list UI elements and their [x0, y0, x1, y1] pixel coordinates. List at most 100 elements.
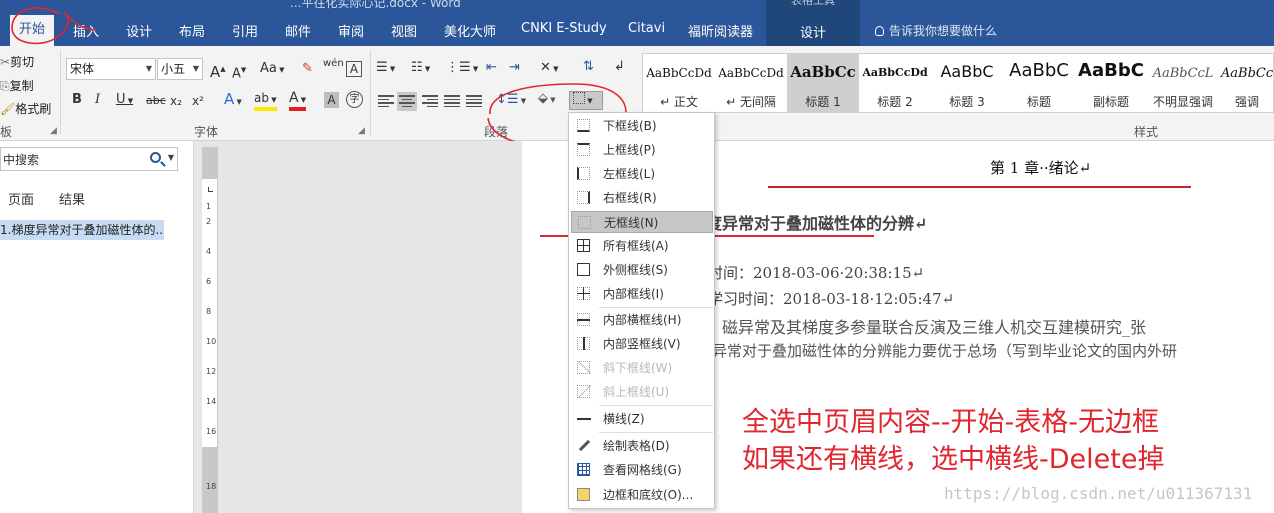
style-subtle-emphasis[interactable]: AaBbCcL 不明显强调 — [1147, 54, 1219, 112]
tab-table-design[interactable]: 表格工具 设计 — [766, 0, 860, 46]
menu-item-view-gridlines[interactable]: 查看网格线(G) — [571, 459, 713, 481]
justify-icon[interactable] — [444, 95, 460, 109]
outside-borders-icon — [577, 263, 590, 276]
menu-item-inside-borders[interactable]: 内部框线(I) — [571, 283, 713, 305]
style-heading-1[interactable]: AaBbCc 标题 1 — [787, 54, 859, 112]
ruler-number: 14 — [206, 397, 217, 406]
ruler-number: 4 — [206, 247, 212, 256]
tab-layout[interactable]: 布局 — [179, 21, 205, 40]
menu-item-horizontal-line[interactable]: 横线(Z) — [571, 408, 713, 430]
document-body-line-2[interactable]: 异常对于叠加磁性体的分辨能力要优于总场（写到毕业论文的国内外研 — [712, 340, 1177, 361]
menu-item-left-border[interactable]: 左框线(L) — [571, 163, 713, 185]
ruler-margin — [202, 447, 218, 513]
superscript-button[interactable]: x² — [192, 93, 204, 109]
shrink-font-button[interactable]: A▼ — [232, 62, 246, 82]
tab-citavi[interactable]: Citavi — [628, 21, 665, 36]
menu-item-bottom-border[interactable]: 下框线(B) — [571, 115, 713, 137]
decrease-indent-icon[interactable]: ⇤ — [486, 60, 497, 76]
menu-item-draw-table[interactable]: 绘制表格(D) — [571, 435, 713, 457]
nav-tab-pages[interactable]: 页面 — [8, 189, 34, 208]
show-marks-icon[interactable]: ↲ — [614, 59, 625, 75]
grow-font-button[interactable]: A▲ — [210, 61, 226, 80]
nav-search-input[interactable]: 中搜索 ▼ — [0, 147, 178, 171]
menu-item-inside-horizontal[interactable]: 内部横框线(H) — [571, 309, 713, 331]
chinese-layout-icon[interactable]: ✕ ▼ — [540, 60, 559, 77]
tab-beautify-master[interactable]: 美化大师 — [444, 21, 496, 40]
style-heading-3[interactable]: AaBbC 标题 3 — [931, 54, 1003, 112]
cut-button[interactable]: ✂剪切 — [0, 53, 34, 70]
phonetic-guide-button[interactable]: wén — [323, 56, 344, 72]
style-emphasis[interactable]: AaBbCc 强调 — [1219, 54, 1274, 112]
tab-foxit-reader[interactable]: 福昕阅读器 — [688, 21, 753, 40]
text-effects-button[interactable]: A ▼ — [224, 91, 242, 110]
tab-references[interactable]: 引用 — [232, 21, 258, 40]
font-launcher-icon[interactable]: ◢ — [358, 126, 365, 136]
search-icon[interactable] — [150, 152, 161, 163]
font-group-label: 字体 — [194, 125, 219, 139]
copy-button[interactable]: ⎘复制 — [0, 77, 34, 94]
tab-view[interactable]: 视图 — [391, 21, 417, 40]
tab-mailings[interactable]: 邮件 — [285, 21, 311, 40]
underline-button[interactable]: U ▼ — [116, 92, 133, 109]
align-center-icon[interactable] — [397, 92, 417, 111]
navigation-pane: 中搜索 ▼ 页面 结果 1.梯度异常对于叠加磁性体的... — [0, 141, 194, 513]
ruler-number: 16 — [206, 427, 217, 436]
numbering-icon[interactable]: ☷ ▼ — [411, 60, 430, 77]
format-painter-button[interactable]: 🖌格式刷 — [0, 100, 51, 117]
tell-me-box[interactable]: 告诉我你想要做什么 — [875, 22, 997, 39]
enclose-char-button[interactable]: 字 — [346, 91, 363, 108]
document-meta-studied[interactable]: 学习时间：2018-03-18·12:05:47↵ — [708, 288, 954, 309]
ruler-number: 10 — [206, 337, 217, 346]
menu-item-outside-borders[interactable]: 外侧框线(S) — [571, 259, 713, 281]
inside-borders-icon — [577, 287, 590, 300]
nav-heading-item[interactable]: 1.梯度异常对于叠加磁性体的... — [0, 220, 164, 240]
menu-item-no-border[interactable]: 无框线(N) — [571, 211, 713, 233]
document-body-line-1[interactable]: 磁异常及其梯度多参量联合反演及三维人机交互建模研究_张 — [722, 314, 1146, 338]
header-underline — [768, 186, 1191, 188]
bold-button[interactable]: B — [72, 92, 82, 108]
multilevel-list-icon[interactable]: ⋮☰ ▼ — [446, 60, 478, 77]
font-size-select[interactable]: 小五 ▼ — [157, 58, 203, 80]
document-meta-created[interactable]: 时间：2018-03-06·20:38:15↵ — [708, 262, 924, 283]
style-no-spacing[interactable]: AaBbCcDd ↵ 无间隔 — [715, 54, 787, 112]
tab-review[interactable]: 审阅 — [338, 21, 364, 40]
all-borders-icon — [577, 239, 590, 252]
highlight-button[interactable]: ab ▼ — [254, 91, 277, 111]
vertical-ruler: 1 2 4 6 8 10 12 14 16 18 — [202, 147, 218, 513]
menu-item-right-border[interactable]: 右框线(R) — [571, 187, 713, 209]
menu-item-all-borders[interactable]: 所有框线(A) — [571, 235, 713, 257]
annotation-line-2: 如果还有横线，选中横线-Delete掉 — [742, 444, 1165, 475]
menu-item-diagonal-up: 斜上框线(U) — [571, 381, 713, 403]
char-border-button[interactable]: A — [346, 61, 362, 77]
increase-indent-icon[interactable]: ⇥ — [509, 60, 520, 76]
align-left-icon[interactable] — [378, 95, 394, 109]
align-right-icon[interactable] — [422, 95, 438, 109]
font-name-select[interactable]: 宋体 ▼ — [66, 58, 156, 80]
style-title[interactable]: AaBbC 标题 — [1003, 54, 1075, 112]
menu-item-top-border[interactable]: 上框线(P) — [571, 139, 713, 161]
chevron-down-icon[interactable]: ▼ — [168, 153, 174, 162]
tab-cnki-estudy[interactable]: CNKI E-Study — [521, 21, 607, 36]
italic-button[interactable]: I — [95, 92, 100, 108]
header-chapter-text[interactable]: 第 1 章··绪论↵ — [990, 157, 1091, 178]
ruler-marker — [208, 187, 213, 192]
font-color-button[interactable]: A ▼ — [289, 91, 307, 111]
ruler-number: 6 — [206, 277, 212, 286]
strikethrough-button[interactable]: abc — [146, 93, 166, 109]
no-border-icon — [578, 216, 591, 229]
nav-tab-results[interactable]: 结果 — [59, 189, 85, 208]
menu-item-inside-vertical[interactable]: 内部竖框线(V) — [571, 333, 713, 355]
clipboard-launcher-icon[interactable]: ◢ — [50, 126, 57, 136]
style-heading-2[interactable]: AaBbCcDd 标题 2 — [859, 54, 931, 112]
change-case-button[interactable]: Aa ▼ — [260, 61, 284, 78]
menu-item-borders-shading[interactable]: 边框和底纹(O)... — [571, 484, 713, 506]
style-subtitle[interactable]: AaBbC 副标题 — [1075, 54, 1147, 112]
subscript-button[interactable]: x₂ — [170, 93, 182, 109]
char-shading-button[interactable]: A — [324, 92, 339, 108]
inside-horizontal-icon — [577, 313, 590, 326]
document-heading[interactable]: 度异常对于叠加磁性体的分辨↵ — [706, 210, 927, 234]
style-normal[interactable]: AaBbCcDd ↵ 正文 — [643, 54, 715, 112]
bullets-icon[interactable]: ☰ ▼ — [376, 60, 395, 77]
sort-icon[interactable]: ⇅ — [583, 59, 594, 75]
clear-format-icon[interactable]: ✎ — [302, 61, 313, 77]
